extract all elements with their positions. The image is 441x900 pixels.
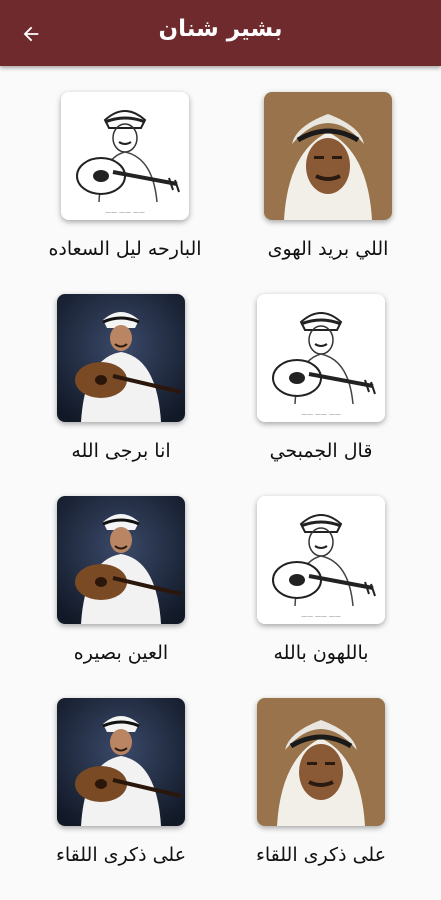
app-bar: بشير شنان — [0, 0, 441, 66]
oud-sketch: —— —— —— — [257, 496, 385, 624]
svg-text:—— —— ——: —— —— —— — [105, 209, 145, 216]
oud-photo — [57, 698, 185, 826]
oud-photo — [57, 294, 185, 422]
song-cover-image — [57, 294, 185, 422]
song-cover-image — [264, 92, 392, 220]
song-title: اللي بريد الهوى — [267, 238, 389, 260]
song-cover-image — [57, 698, 185, 826]
oud-sketch: —— —— —— — [257, 294, 385, 422]
svg-text:—— —— ——: —— —— —— — [301, 613, 341, 620]
svg-text:—— —— ——: —— —— —— — [301, 411, 341, 418]
song-title: على ذكرى اللقاء — [55, 844, 187, 866]
song-title: باللهون بالله — [273, 642, 369, 664]
portrait-photo — [257, 698, 385, 826]
song-title: العين بصيره — [73, 642, 169, 664]
song-title: البارحه ليل السعاده — [48, 238, 202, 260]
oud-sketch: —— —— —— — [61, 92, 189, 220]
portrait-photo — [264, 92, 392, 220]
song-cover-image: —— —— —— — [257, 294, 385, 422]
page-title: بشير شنان — [158, 16, 283, 42]
song-title: على ذكرى اللقاء — [255, 844, 387, 866]
song-cover-image: —— —— —— — [61, 92, 189, 220]
oud-photo — [57, 496, 185, 624]
song-title: قال الجمبحي — [269, 440, 373, 462]
song-cover-image: —— —— —— — [257, 496, 385, 624]
song-cover-image — [57, 496, 185, 624]
song-cover-image — [257, 698, 385, 826]
song-title: انا برجى الله — [71, 440, 171, 462]
